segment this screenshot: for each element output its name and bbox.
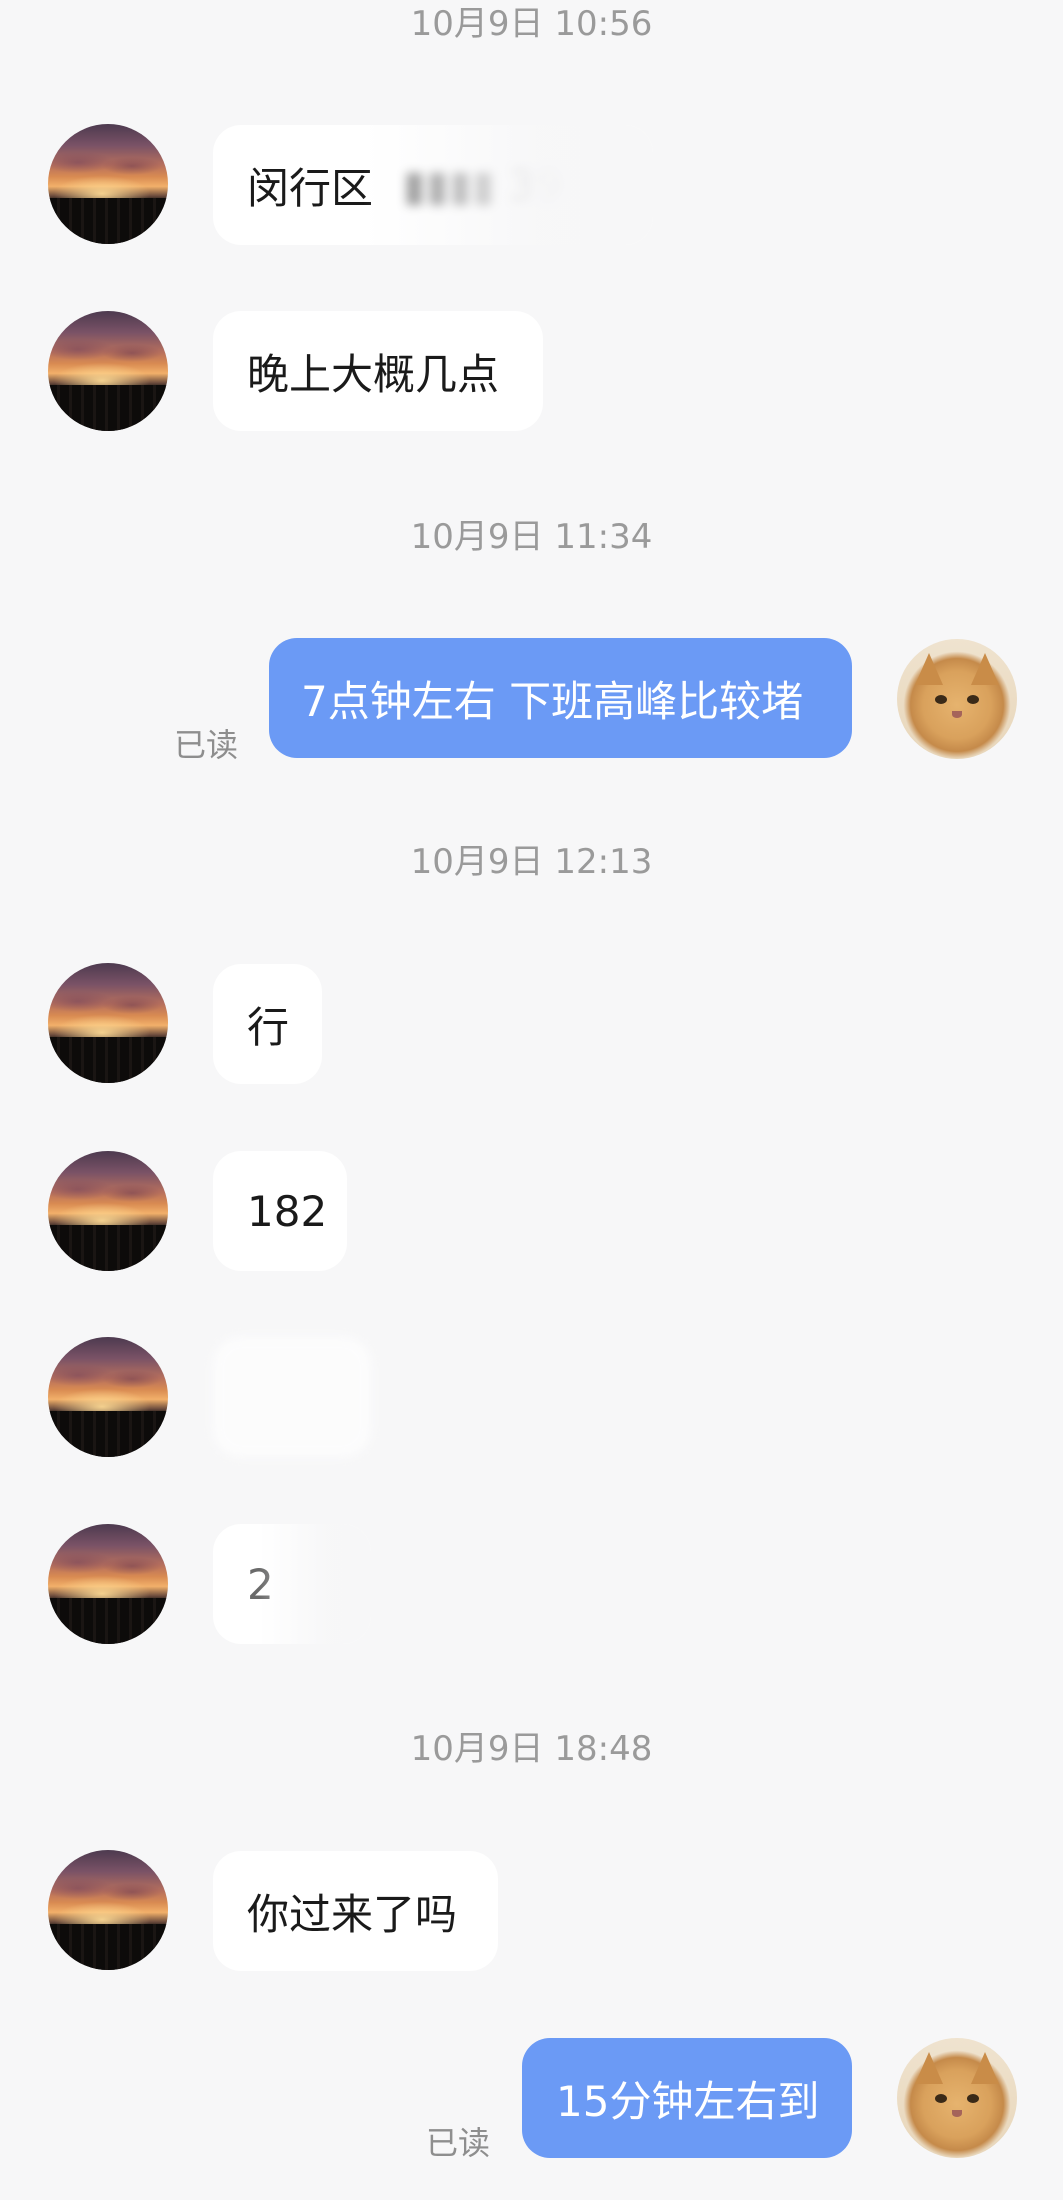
message-text: 行 <box>247 1002 290 1052</box>
message-text: 闵行区 <box>247 163 374 213</box>
cat-ear <box>915 653 943 685</box>
read-status: 已读 <box>426 2124 491 2162</box>
contact-avatar[interactable] <box>48 124 168 244</box>
message-text: 15分钟左右到 <box>556 2076 820 2126</box>
message-bubble-incoming[interactable]: 182 <box>213 1151 347 1271</box>
message-bubble-incoming[interactable]: 闵行区 ▮▮▮▮ 39 <box>213 125 653 245</box>
contact-avatar[interactable] <box>48 1337 168 1457</box>
cat-nose <box>952 711 962 718</box>
message-text: 7点钟左右 下班高峰比较堵 <box>301 676 804 726</box>
message-bubble-incoming-redacted[interactable] <box>213 1337 371 1457</box>
timestamp: 10月9日 18:48 <box>410 1729 653 1769</box>
message-bubble-incoming[interactable]: 晚上大概几点 <box>213 311 543 431</box>
contact-avatar[interactable] <box>48 1524 168 1644</box>
cat-ear <box>971 653 999 685</box>
contact-avatar[interactable] <box>48 963 168 1083</box>
timestamp: 10月9日 12:13 <box>410 842 653 882</box>
cat-ear <box>971 2052 999 2084</box>
cat-eye <box>967 695 979 704</box>
cat-ear <box>915 2052 943 2084</box>
contact-avatar[interactable] <box>48 1151 168 1271</box>
redaction-fade <box>363 125 653 245</box>
cat-nose <box>952 2110 962 2117</box>
redaction-fade <box>259 1524 371 1644</box>
self-avatar[interactable] <box>897 639 1017 759</box>
read-status: 已读 <box>174 726 239 764</box>
cat-eye <box>967 2094 979 2103</box>
message-bubble-outgoing[interactable]: 7点钟左右 下班高峰比较堵 <box>269 638 852 758</box>
message-bubble-incoming-redacted[interactable]: 2 <box>213 1524 371 1644</box>
contact-avatar[interactable] <box>48 311 168 431</box>
message-text: 晚上大概几点 <box>247 349 500 399</box>
cat-eye <box>935 695 947 704</box>
message-text: 182 <box>247 1186 328 1236</box>
message-text: 你过来了吗 <box>247 1889 458 1939</box>
message-bubble-incoming[interactable]: 你过来了吗 <box>213 1851 498 1971</box>
timestamp: 10月9日 11:34 <box>410 517 653 557</box>
cat-eye <box>935 2094 947 2103</box>
message-bubble-incoming[interactable]: 行 <box>213 964 322 1084</box>
message-bubble-outgoing[interactable]: 15分钟左右到 <box>522 2038 852 2158</box>
contact-avatar[interactable] <box>48 1850 168 1970</box>
self-avatar[interactable] <box>897 2038 1017 2158</box>
timestamp: 10月9日 10:56 <box>410 4 653 44</box>
